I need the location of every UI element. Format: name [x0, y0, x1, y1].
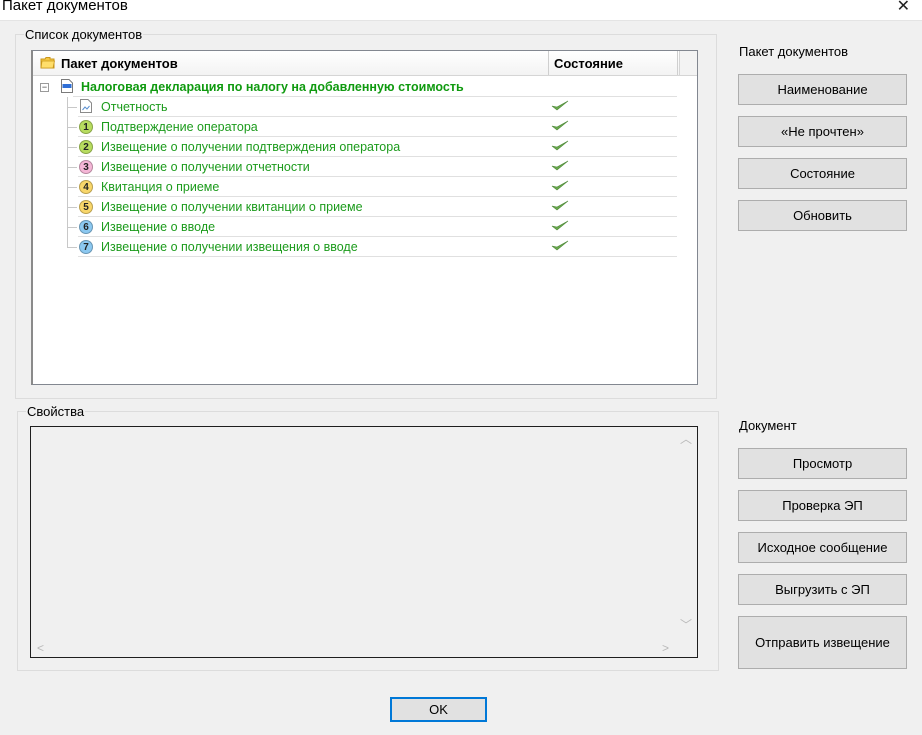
step-badge-icon: 6	[79, 220, 93, 234]
tree-item-row[interactable]: 6 Извещение о вводе	[33, 217, 677, 237]
package-panel-label: Пакет документов	[739, 44, 849, 59]
tree-connector	[67, 247, 77, 248]
verify-signature-button[interactable]: Проверка ЭП	[738, 490, 907, 521]
scroll-down-icon[interactable]: ﹀	[680, 616, 692, 633]
tree-item-row[interactable]: 5 Извещение о получении квитанции о прием…	[33, 197, 677, 217]
column-header-status-label: Состояние	[554, 56, 624, 71]
scroll-right-icon[interactable]: >	[662, 641, 669, 655]
source-message-button[interactable]: Исходное сообщение	[738, 532, 907, 563]
check-icon	[551, 220, 569, 231]
name-button[interactable]: Наименование	[738, 74, 907, 105]
status-button[interactable]: Состояние	[738, 158, 907, 189]
step-badge-icon: 5	[79, 200, 93, 214]
step-badge-icon: 1	[79, 120, 93, 134]
properties-box[interactable]: ︿ ﹀ < >	[30, 426, 698, 658]
step-badge-icon: 3	[79, 160, 93, 174]
tree-connector	[67, 227, 77, 228]
tree-connector	[67, 107, 77, 108]
tree-item-label: Отчетность	[101, 100, 168, 114]
close-icon[interactable]: ✕	[897, 0, 910, 16]
column-header-package-label: Пакет документов	[61, 56, 178, 71]
tree-item-label: Извещение о получении квитанции о приеме	[101, 200, 363, 214]
title-bar: Пакет документов ✕	[0, 0, 922, 21]
tree-item-row[interactable]: 1 Подтверждение оператора	[33, 117, 677, 137]
tree-item-row[interactable]: 4 Квитанция о приеме	[33, 177, 677, 197]
document-icon	[80, 99, 92, 113]
tree-item-label: Извещение о получении подтверждения опер…	[101, 140, 401, 154]
tree-item-label: Извещение о вводе	[101, 220, 216, 234]
step-badge-icon: 7	[79, 240, 93, 254]
step-badge-icon: 2	[79, 140, 93, 154]
tree-item-row[interactable]: Отчетность	[33, 97, 677, 117]
tree-item-label: Подтверждение оператора	[101, 120, 258, 134]
tree-connector	[67, 207, 77, 208]
properties-legend: Свойства	[27, 404, 85, 419]
document-list-legend: Список документов	[25, 27, 143, 42]
refresh-button[interactable]: Обновить	[738, 200, 907, 231]
check-icon	[551, 140, 569, 151]
step-badge-icon: 4	[79, 180, 93, 194]
tree-item-label: Извещение о получении извещения о вводе	[101, 240, 358, 254]
scroll-up-icon[interactable]: ︿	[680, 430, 692, 447]
tree-connector	[67, 147, 77, 148]
tree-connector	[67, 127, 77, 128]
tree-root-row[interactable]: − Налоговая декларация по налогу на доба…	[33, 77, 677, 97]
xml-file-icon	[61, 79, 73, 93]
check-icon	[551, 240, 569, 251]
folder-icon	[40, 57, 55, 69]
document-tree[interactable]: Пакет документов Состояние − Налоговая д…	[31, 50, 698, 385]
check-icon	[551, 160, 569, 171]
tree-item-row[interactable]: 7 Извещение о получении извещения о вводе	[33, 237, 677, 257]
view-button[interactable]: Просмотр	[738, 448, 907, 479]
export-with-signature-button[interactable]: Выгрузить с ЭП	[738, 574, 907, 605]
collapse-icon[interactable]: −	[40, 83, 49, 92]
check-icon	[551, 100, 569, 111]
tree-root-label: Налоговая декларация по налогу на добавл…	[81, 80, 464, 94]
check-icon	[551, 120, 569, 131]
column-header-package[interactable]: Пакет документов	[33, 51, 549, 75]
send-notice-button[interactable]: Отправить извещение	[738, 616, 907, 669]
tree-item-row[interactable]: 2 Извещение о получении подтверждения опе…	[33, 137, 677, 157]
scroll-left-icon[interactable]: <	[37, 641, 44, 655]
ok-button[interactable]: OK	[390, 697, 487, 722]
document-panel-label: Документ	[739, 418, 797, 433]
window-title: Пакет документов	[2, 0, 128, 14]
tree-connector	[67, 167, 77, 168]
tree-connector	[67, 187, 77, 188]
unread-button[interactable]: «Не прочтен»	[738, 116, 907, 147]
check-icon	[551, 180, 569, 191]
header-spacer	[679, 51, 697, 76]
tree-item-label: Квитанция о приеме	[101, 180, 220, 194]
tree-header: Пакет документов Состояние	[33, 51, 679, 76]
tree-item-label: Извещение о получении отчетности	[101, 160, 310, 174]
row-divider	[78, 256, 677, 257]
column-header-status[interactable]: Состояние	[549, 51, 678, 75]
tree-item-row[interactable]: 3 Извещение о получении отчетности	[33, 157, 677, 177]
check-icon	[551, 200, 569, 211]
